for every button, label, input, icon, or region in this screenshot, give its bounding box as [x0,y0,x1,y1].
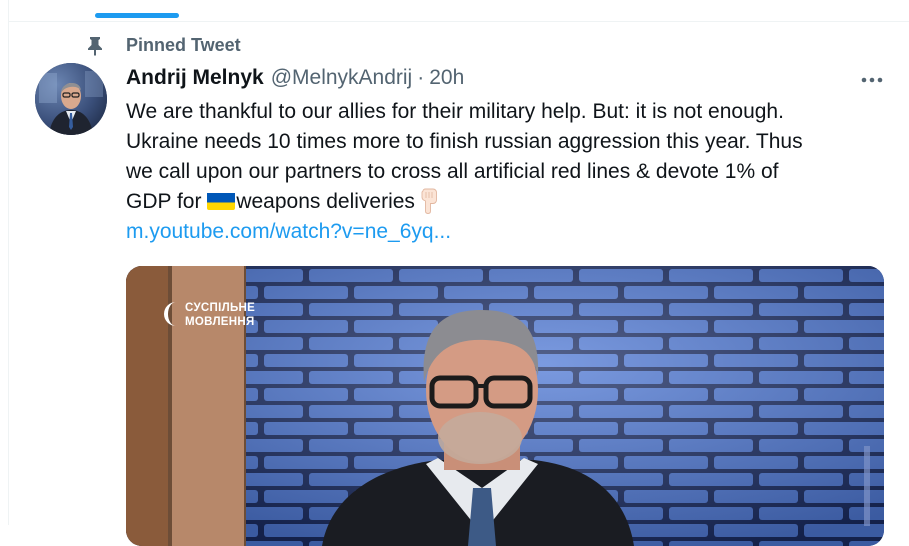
ukraine-flag-icon [207,191,236,210]
tweet-text-line: GDP for weapons deliveries [126,187,886,217]
avatar[interactable] [35,63,107,135]
broadcaster-name-line: СУСПІЛЬНЕ [185,302,256,314]
author-handle[interactable]: @MelnykAndrij [271,66,413,90]
more-button[interactable] [857,66,887,92]
profile-tab-strip [9,0,909,22]
author-name[interactable]: Andrij Melnyk [126,66,264,90]
timeline-left-border [8,0,9,525]
pinned-row: Pinned Tweet [86,34,241,58]
tweet-link[interactable]: m.youtube.com/watch?v=ne_6yq... [126,220,451,243]
tweet-text-line: We are thankful to our allies for their … [126,100,784,123]
header-separator: · [417,66,425,89]
tweet-text-line: we call upon our partners to cross all a… [126,160,779,183]
more-icon [861,70,883,88]
broadcaster-logo: СУСПІЛЬНЕ МОВЛЕННЯ [162,300,272,332]
tweet-text-segment: GDP for [126,190,208,213]
tweet-text: We are thankful to our allies for their … [126,97,886,247]
pin-icon [86,36,104,56]
backhand-index-pointing-down-icon [415,188,441,214]
broadcaster-logo-mark [164,302,176,326]
tweet-media-preview[interactable]: СУСПІЛЬНЕ МОВЛЕННЯ [126,266,884,546]
tweet-header: Andrij Melnyk @MelnykAndrij · 20h [126,66,464,92]
active-tab-indicator [95,13,179,18]
tweet-text-segment: weapons deliveries [236,190,415,213]
tweet-text-line: Ukraine needs 10 times more to finish ru… [126,130,803,153]
pinned-tweet-label: Pinned Tweet [126,35,241,55]
broadcaster-name-line: МОВЛЕННЯ [185,316,255,328]
tweet-timestamp[interactable]: 20h [429,66,464,90]
